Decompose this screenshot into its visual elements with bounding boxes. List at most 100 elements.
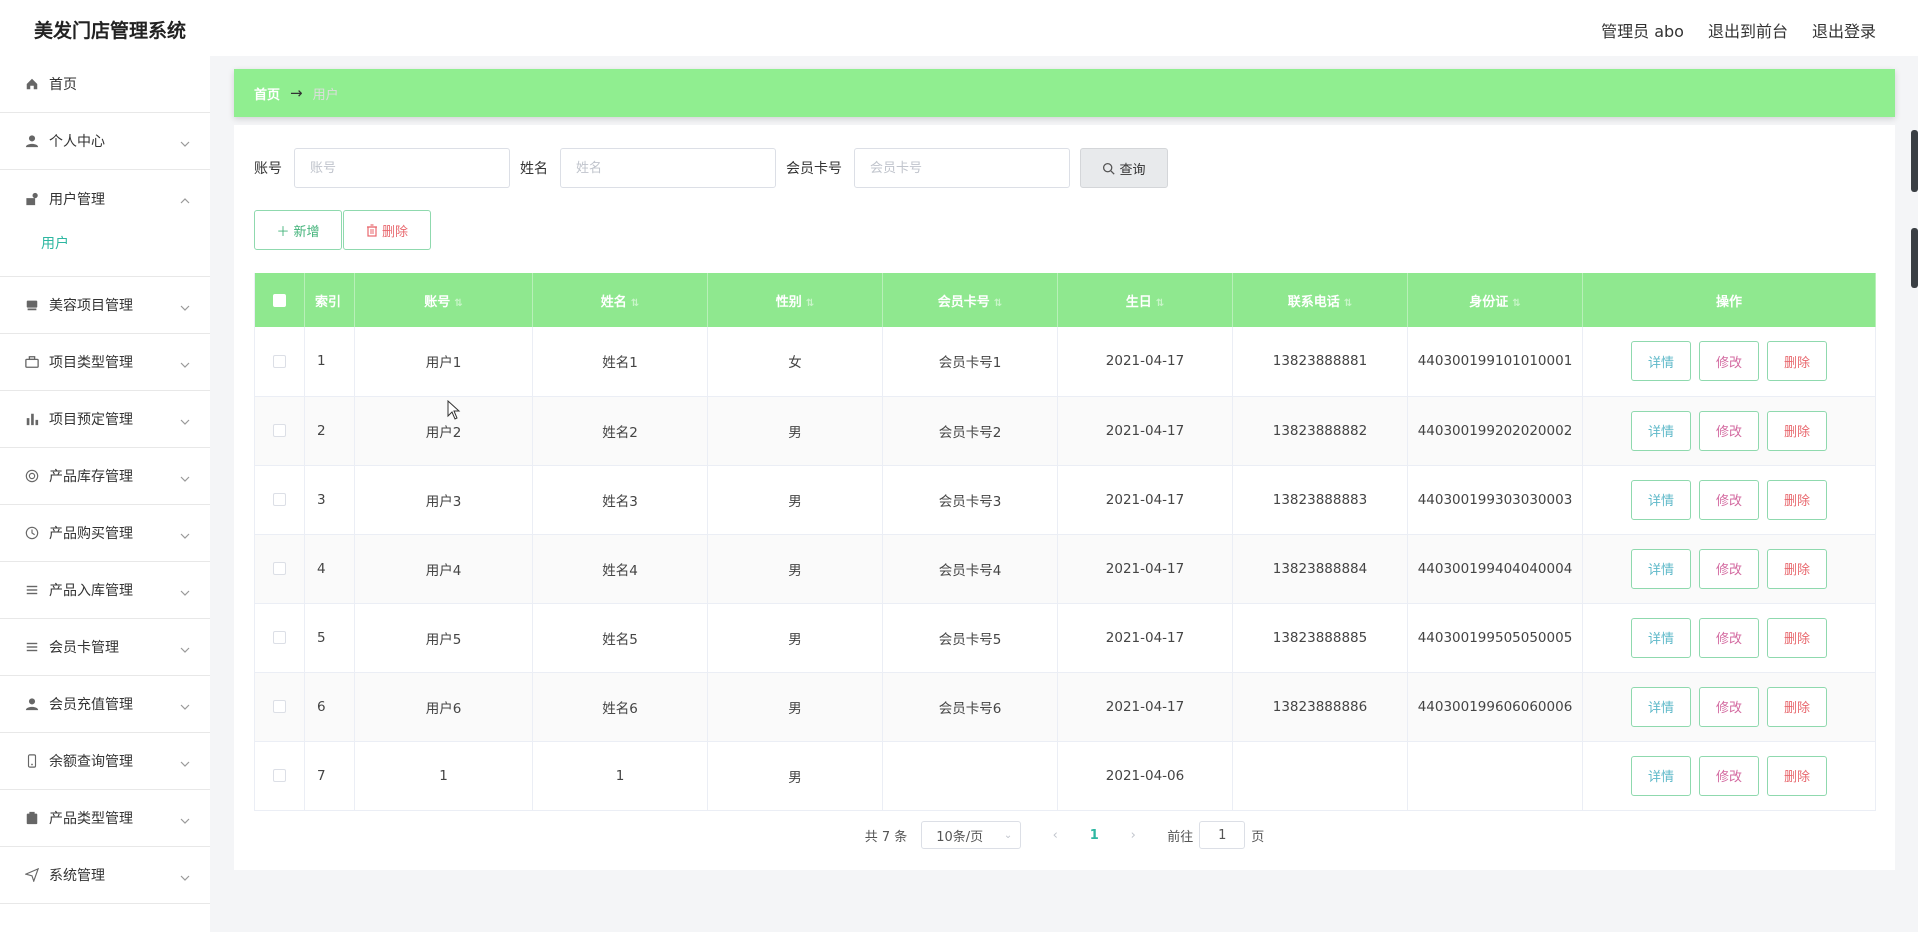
- row-checkbox[interactable]: [273, 562, 286, 575]
- select-all-checkbox[interactable]: [273, 293, 286, 307]
- chevron-down-icon: [180, 527, 190, 543]
- detail-button[interactable]: 详情: [1631, 617, 1691, 658]
- delete-button[interactable]: 删除: [1767, 410, 1827, 451]
- batch-delete-button[interactable]: 删除: [343, 210, 431, 250]
- sort-icon[interactable]: ⇅: [1512, 298, 1520, 309]
- prev-page-button[interactable]: ‹: [1041, 828, 1069, 843]
- cell-account: 1: [354, 741, 533, 810]
- detail-button[interactable]: 详情: [1631, 755, 1691, 796]
- next-page-button[interactable]: ›: [1119, 828, 1147, 843]
- detail-button[interactable]: 详情: [1631, 479, 1691, 520]
- chevron-down-icon: [180, 698, 190, 714]
- delete-button[interactable]: 删除: [1767, 341, 1827, 382]
- scrollbar-thumb[interactable]: [1911, 228, 1918, 288]
- edit-button[interactable]: 修改: [1699, 755, 1759, 796]
- row-select-cell: [254, 603, 305, 672]
- sidebar-item-2[interactable]: 用户管理: [0, 170, 210, 227]
- sort-icon[interactable]: ⇅: [454, 298, 462, 309]
- sidebar-item-1[interactable]: 个人中心: [0, 113, 210, 170]
- col-card[interactable]: 会员卡号 ⇅: [882, 273, 1058, 327]
- card-search-input[interactable]: [854, 148, 1070, 188]
- pagination: 共 7 条 10条/页 ⌄ ‹ 1 › 前往 页: [234, 821, 1895, 849]
- search-icon: [1103, 162, 1116, 175]
- row-checkbox[interactable]: [273, 700, 286, 713]
- cell-card: 会员卡号5: [882, 603, 1058, 672]
- edit-button[interactable]: 修改: [1699, 341, 1759, 382]
- cell-card: 会员卡号1: [882, 327, 1058, 396]
- sidebar-item-10[interactable]: 会员充值管理: [0, 676, 210, 733]
- sidebar-item-11[interactable]: 余额查询管理: [0, 733, 210, 790]
- row-checkbox[interactable]: [273, 769, 286, 782]
- sidebar-item-6[interactable]: 产品库存管理: [0, 448, 210, 505]
- beauty-icon: [24, 297, 40, 313]
- scrollbar-thumb[interactable]: [1911, 130, 1918, 192]
- breadcrumb-current: 用户: [312, 87, 339, 103]
- sidebar-item-label: 美容项目管理: [49, 298, 133, 314]
- submenu-item-users[interactable]: 用户: [41, 233, 210, 253]
- exit-to-front-link[interactable]: 退出到前台: [1708, 18, 1788, 42]
- add-button[interactable]: ＋ 新增: [254, 210, 342, 250]
- delete-button[interactable]: 删除: [1767, 686, 1827, 727]
- clock-icon: [24, 525, 40, 541]
- edit-button[interactable]: 修改: [1699, 548, 1759, 589]
- admin-name[interactable]: 管理员 abo: [1601, 18, 1684, 42]
- page-number-current[interactable]: 1: [1069, 828, 1119, 843]
- sidebar-item-12[interactable]: 产品类型管理: [0, 790, 210, 847]
- name-search-input[interactable]: [560, 148, 776, 188]
- row-checkbox[interactable]: [273, 424, 286, 437]
- col-gender[interactable]: 性别 ⇅: [707, 273, 883, 327]
- cell-name: 姓名2: [532, 396, 708, 465]
- cell-phone: 13823888885: [1232, 603, 1408, 672]
- sidebar-item-0[interactable]: 首页: [0, 56, 210, 113]
- edit-button[interactable]: 修改: [1699, 686, 1759, 727]
- account-search-input[interactable]: [294, 148, 510, 188]
- sidebar-item-4[interactable]: 项目类型管理: [0, 334, 210, 391]
- col-id-card-label: 身份证: [1469, 294, 1509, 310]
- sidebar-item-9[interactable]: 会员卡管理: [0, 619, 210, 676]
- sidebar-item-3[interactable]: 美容项目管理: [0, 277, 210, 334]
- delete-button[interactable]: 删除: [1767, 755, 1827, 796]
- sidebar-item-13[interactable]: 系统管理: [0, 847, 210, 904]
- detail-button[interactable]: 详情: [1631, 686, 1691, 727]
- sidebar-item-label: 余额查询管理: [49, 754, 133, 770]
- cell-id-card: 440300199303030003: [1407, 465, 1583, 534]
- cell-account: 用户5: [354, 603, 533, 672]
- sort-icon[interactable]: ⇅: [1344, 298, 1352, 309]
- detail-button[interactable]: 详情: [1631, 548, 1691, 589]
- edit-button[interactable]: 修改: [1699, 410, 1759, 451]
- sidebar-item-7[interactable]: 产品购买管理: [0, 505, 210, 562]
- row-checkbox[interactable]: [273, 354, 286, 368]
- sidebar-item-5[interactable]: 项目预定管理: [0, 391, 210, 448]
- col-birthday[interactable]: 生日 ⇅: [1057, 273, 1233, 327]
- row-checkbox[interactable]: [273, 493, 286, 506]
- detail-button[interactable]: 详情: [1631, 410, 1691, 451]
- breadcrumb-home[interactable]: 首页: [254, 84, 280, 103]
- col-phone[interactable]: 联系电话 ⇅: [1232, 273, 1408, 327]
- col-account[interactable]: 账号 ⇅: [354, 273, 533, 327]
- edit-button[interactable]: 修改: [1699, 617, 1759, 658]
- account-label: 账号: [254, 161, 282, 177]
- logout-link[interactable]: 退出登录: [1812, 18, 1876, 42]
- delete-button[interactable]: 删除: [1767, 548, 1827, 589]
- home-icon: [24, 76, 40, 92]
- edit-button[interactable]: 修改: [1699, 479, 1759, 520]
- page-size-select[interactable]: 10条/页 ⌄: [921, 821, 1022, 849]
- goto-page-input[interactable]: [1199, 821, 1246, 849]
- col-name[interactable]: 姓名 ⇅: [532, 273, 708, 327]
- cell-name: 姓名4: [532, 534, 708, 603]
- sort-icon[interactable]: ⇅: [806, 298, 814, 309]
- cell-gender: 男: [707, 534, 883, 603]
- query-button[interactable]: 查询: [1080, 148, 1168, 188]
- detail-button[interactable]: 详情: [1631, 341, 1691, 382]
- sort-icon[interactable]: ⇅: [994, 298, 1002, 309]
- delete-button[interactable]: 删除: [1767, 617, 1827, 658]
- user-icon: [24, 133, 40, 149]
- sidebar-item-8[interactable]: 产品入库管理: [0, 562, 210, 619]
- sort-icon[interactable]: ⇅: [1156, 298, 1164, 309]
- cell-index: 5: [304, 603, 355, 672]
- sort-icon[interactable]: ⇅: [631, 298, 639, 309]
- col-id-card[interactable]: 身份证 ⇅: [1407, 273, 1583, 327]
- delete-button[interactable]: 删除: [1767, 479, 1827, 520]
- row-checkbox[interactable]: [273, 631, 286, 644]
- cell-name: 姓名1: [532, 327, 708, 396]
